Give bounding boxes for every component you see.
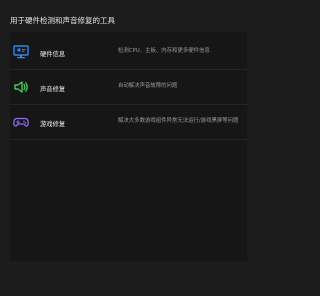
page-title: 用于硬件检测和声音修复的工具 xyxy=(10,16,115,25)
tool-item-game-repair[interactable]: 游戏修复 解决大多数游戏组件异常无法运行/游戏黑屏等问题 xyxy=(10,105,247,139)
gamepad-icon xyxy=(13,114,29,128)
speaker-icon xyxy=(13,79,29,93)
tool-name: 游戏修复 xyxy=(40,121,66,128)
tool-name: 硬件信息 xyxy=(40,51,66,58)
tool-description: 解决大多数游戏组件异常无法运行/游戏黑屏等问题 xyxy=(118,118,239,124)
tool-description: 检测CPU、主板、内存和更多硬件信息 xyxy=(118,48,210,54)
tools-page: 用于硬件检测和声音修复的工具 硬件信息 检测CPU、主板、内存和更多硬件信息 声… xyxy=(0,0,247,296)
tools-list: 硬件信息 检测CPU、主板、内存和更多硬件信息 声音修复 自动解决声音故障的问题 xyxy=(10,32,247,261)
tool-item-sound-repair[interactable]: 声音修复 自动解决声音故障的问题 xyxy=(10,70,247,104)
monitor-icon xyxy=(13,44,29,59)
tool-name: 声音修复 xyxy=(40,86,66,93)
tool-item-hardware-info[interactable]: 硬件信息 检测CPU、主板、内存和更多硬件信息 xyxy=(10,35,247,69)
tool-description: 自动解决声音故障的问题 xyxy=(118,83,178,89)
divider xyxy=(10,139,247,140)
